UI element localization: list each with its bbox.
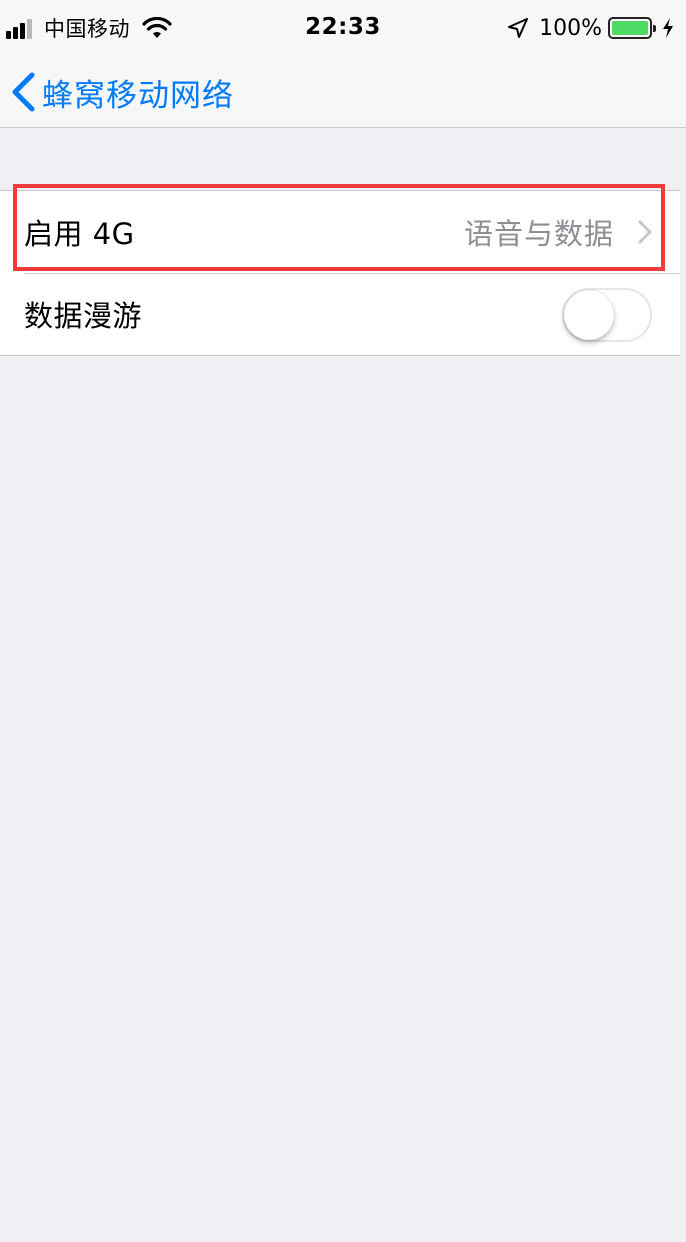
status-bar-right: 100%	[507, 14, 674, 42]
battery-fill	[612, 21, 648, 35]
battery-percentage: 100%	[539, 15, 602, 41]
settings-group: 启用 4G 语音与数据 数据漫游	[0, 190, 680, 356]
data-roaming-toggle[interactable]	[562, 288, 652, 342]
data-roaming-label: 数据漫游	[24, 299, 143, 333]
enable-4g-label: 启用 4G	[24, 217, 135, 251]
enable-4g-row[interactable]: 启用 4G 语音与数据	[0, 191, 680, 273]
charging-bolt-icon	[663, 18, 673, 38]
toggle-knob	[564, 290, 614, 340]
battery-nub	[653, 25, 656, 32]
enable-4g-value: 语音与数据	[463, 217, 614, 251]
back-button-label: 蜂窝移动网络	[42, 77, 234, 114]
location-arrow-icon	[508, 18, 529, 38]
chevron-left-icon	[12, 72, 35, 112]
phone-screen: 中国移动 22:33 100% 蜂窝移动网络 启用 4G 语音与数据 数据漫游	[0, 0, 686, 1242]
data-roaming-row: 数据漫游	[0, 273, 680, 355]
back-button[interactable]: 蜂窝移动网络	[10, 62, 234, 122]
navigation-bar: 蜂窝移动网络	[0, 56, 686, 128]
status-bar: 中国移动 22:33 100%	[0, 0, 686, 56]
chevron-right-icon	[638, 220, 652, 244]
battery-icon	[608, 17, 656, 39]
